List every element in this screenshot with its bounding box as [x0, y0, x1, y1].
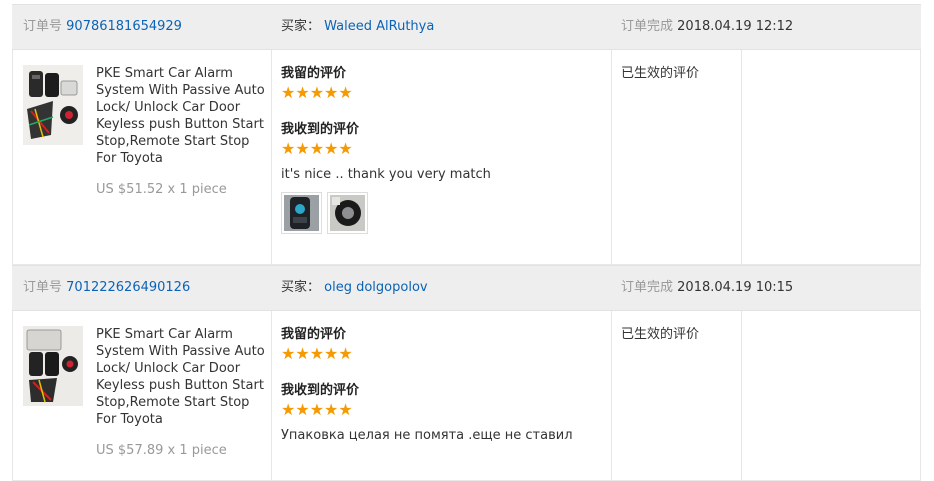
received-review-text: it's nice .. thank you very match: [281, 167, 491, 182]
product-price: US $51.52 x 1 piece: [96, 182, 227, 197]
review-status: 已生效的评价: [621, 327, 700, 342]
received-rating-stars: ★★★★★: [281, 400, 353, 419]
my-rating-stars: ★★★★★: [281, 344, 353, 363]
divider: [12, 50, 13, 264]
divider: [741, 311, 742, 480]
received-review-heading: 我收到的评价: [281, 122, 360, 137]
my-review-heading: 我留的评价: [281, 327, 347, 342]
divider: [611, 311, 612, 480]
buyer-name-link[interactable]: oleg dolgopolov: [324, 280, 427, 295]
product-thumbnail[interactable]: [23, 65, 83, 145]
received-rating-stars: ★★★★★: [281, 139, 353, 158]
my-review-heading: 我留的评价: [281, 66, 347, 81]
completed-label: 订单完成: [621, 19, 674, 34]
received-review-heading: 我收到的评价: [281, 383, 360, 398]
divider: [12, 311, 13, 480]
product-title-link[interactable]: PKE Smart Car Alarm System With Passive …: [96, 65, 266, 167]
completed-date: 2018.04.19 12:12: [677, 19, 794, 34]
buyer-name-link[interactable]: Waleed AlRuthya: [324, 19, 434, 34]
review-photo[interactable]: [281, 192, 322, 234]
order-header: 订单号 90786181654929 买家： Waleed AlRuthya 订…: [12, 4, 921, 50]
divider: [611, 50, 612, 264]
order-completed: 订单完成 2018.04.19 12:12: [621, 5, 793, 49]
product-title-link[interactable]: PKE Smart Car Alarm System With Passive …: [96, 326, 266, 428]
order-number: 订单号 90786181654929: [23, 5, 182, 49]
review-column: 我留的评价 ★★★★★ 我收到的评价 ★★★★★ Упаковка целая …: [281, 326, 611, 444]
my-rating-stars: ★★★★★: [281, 83, 353, 102]
order-number: 订单号 701222626490126: [23, 266, 190, 310]
review-status: 已生效的评价: [621, 66, 700, 81]
completed-date: 2018.04.19 10:15: [677, 280, 794, 295]
divider: [920, 50, 921, 264]
received-review-text: Упаковка целая не помята .еще не ставил: [281, 428, 573, 443]
product-thumbnail[interactable]: [23, 326, 83, 406]
product-price: US $57.89 x 1 piece: [96, 443, 227, 458]
completed-label: 订单完成: [621, 280, 674, 295]
review-photos: [281, 192, 611, 234]
buyer-label: 买家：: [281, 19, 321, 34]
divider: [271, 50, 272, 264]
order-number-label: 订单号: [23, 19, 63, 34]
divider: [741, 50, 742, 264]
order-number-label: 订单号: [23, 280, 63, 295]
order-number-link[interactable]: 90786181654929: [66, 19, 182, 34]
divider: [271, 311, 272, 480]
order-card: 订单号 90786181654929 买家： Waleed AlRuthya 订…: [12, 4, 921, 266]
order-header: 订单号 701222626490126 买家： oleg dolgopolov …: [12, 265, 921, 311]
divider: [920, 311, 921, 480]
order-body: PKE Smart Car Alarm System With Passive …: [12, 311, 921, 481]
order-card: 订单号 701222626490126 买家： oleg dolgopolov …: [12, 265, 921, 481]
order-number-link[interactable]: 701222626490126: [66, 280, 190, 295]
review-photo[interactable]: [327, 192, 369, 234]
buyer: 买家： oleg dolgopolov: [281, 266, 428, 310]
buyer-label: 买家：: [281, 280, 321, 295]
order-body: PKE Smart Car Alarm System With Passive …: [12, 50, 921, 265]
review-column: 我留的评价 ★★★★★ 我收到的评价 ★★★★★ it's nice .. th…: [281, 65, 611, 234]
order-completed: 订单完成 2018.04.19 10:15: [621, 266, 793, 310]
buyer: 买家： Waleed AlRuthya: [281, 5, 434, 49]
